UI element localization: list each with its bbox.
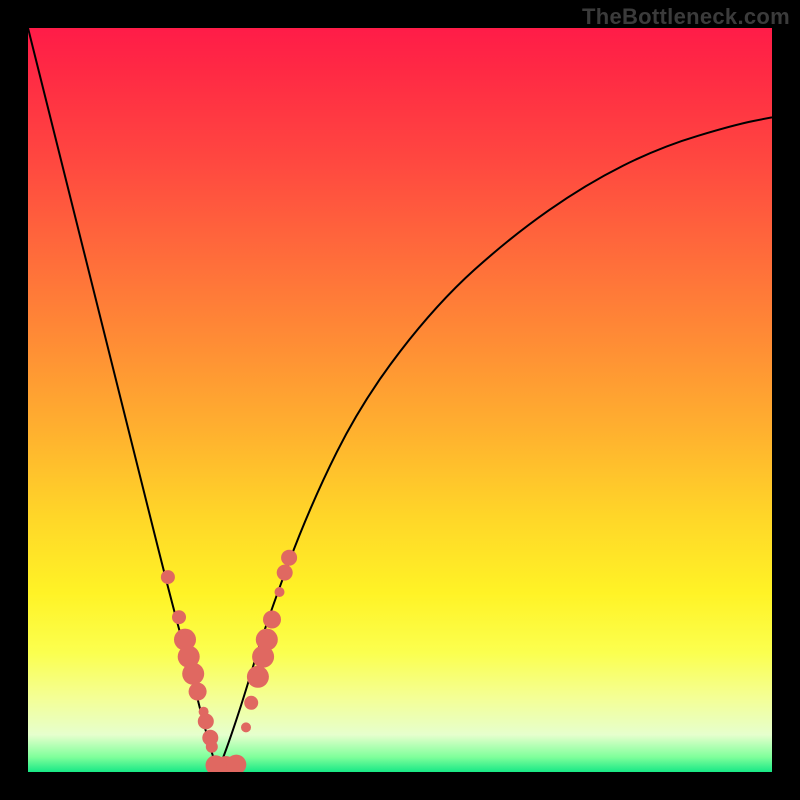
data-dot — [247, 666, 269, 688]
data-dot — [263, 611, 281, 629]
data-dot — [198, 713, 214, 729]
data-dot — [244, 696, 258, 710]
data-dot — [206, 741, 218, 753]
watermark-text: TheBottleneck.com — [582, 4, 790, 30]
chart-frame: TheBottleneck.com — [0, 0, 800, 800]
data-dot — [275, 587, 285, 597]
curve-layer — [28, 28, 772, 772]
data-dot — [161, 570, 175, 584]
bottleneck-curve — [28, 28, 772, 764]
data-dot — [281, 550, 297, 566]
data-dot — [172, 610, 186, 624]
plot-area — [28, 28, 772, 772]
data-dot — [189, 683, 207, 701]
data-dot — [241, 722, 251, 732]
data-dot — [182, 663, 204, 685]
data-dot — [256, 629, 278, 651]
data-dot — [277, 565, 293, 581]
